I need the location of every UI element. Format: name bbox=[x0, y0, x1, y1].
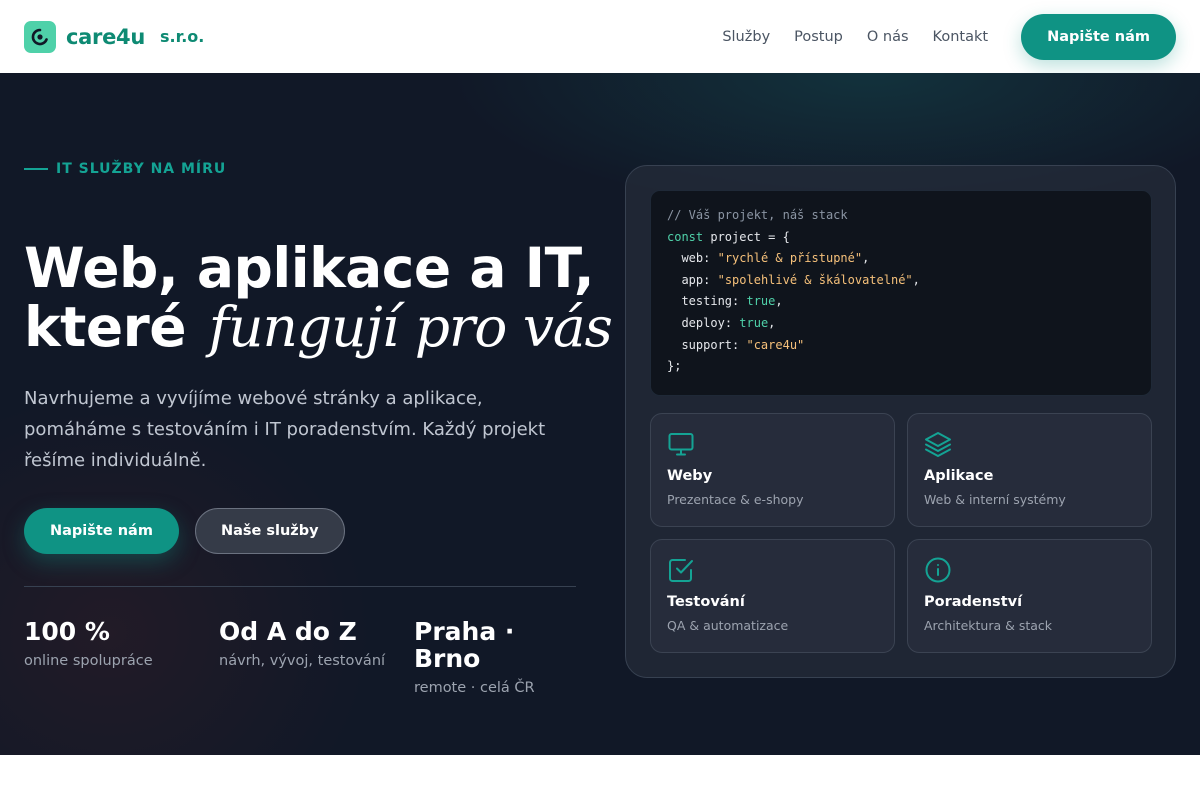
hero-title-accent: fungují pro vás bbox=[208, 295, 613, 359]
stat-value: Od A do Z bbox=[219, 617, 357, 646]
hero-eyebrow: IT SLUŽBY NA MÍRU bbox=[24, 161, 226, 177]
code-field: web: "rychlé & přístupné", bbox=[681, 251, 870, 266]
nav-link-kontakt[interactable]: Kontakt bbox=[933, 29, 989, 45]
hero-contact-button[interactable]: Napište nám bbox=[24, 508, 179, 554]
logo-mark-icon bbox=[24, 20, 56, 53]
brand-name: care4u bbox=[66, 24, 145, 49]
hero-title: Web, aplikace a IT, které fungují pro vá… bbox=[24, 236, 613, 359]
code-field: testing: true, bbox=[681, 294, 783, 309]
nav-link-postup[interactable]: Postup bbox=[794, 29, 843, 45]
brand-suffix: s.r.o. bbox=[159, 27, 205, 46]
service-card-testovani[interactable]: Testování QA & automatizace bbox=[650, 539, 895, 653]
service-subtitle: Architektura & stack bbox=[924, 618, 1053, 633]
eyebrow-text: IT SLUŽBY NA MÍRU bbox=[56, 161, 227, 177]
eyebrow-line bbox=[24, 168, 48, 170]
hero-stats: 100 % online spolupráce Od A do Z návrh,… bbox=[24, 618, 564, 696]
logo[interactable]: care4u s.r.o. bbox=[24, 20, 205, 53]
hero-title-line1: Web, aplikace a IT, bbox=[24, 236, 595, 300]
hero-services-button[interactable]: Naše služby bbox=[194, 508, 345, 554]
header-contact-button[interactable]: Napište nám bbox=[1021, 13, 1176, 60]
code-value: true bbox=[739, 315, 769, 330]
code-field: deploy: true, bbox=[681, 315, 776, 330]
stat-value: Praha · Brno bbox=[414, 617, 515, 673]
hero-buttons: Napište nám Naše služby bbox=[24, 508, 345, 554]
nav-link-sluzby[interactable]: Služby bbox=[722, 29, 770, 45]
check-square-icon bbox=[669, 559, 693, 582]
code-key: support bbox=[681, 337, 733, 352]
site-header: care4u s.r.o. Služby Postup O nás Kontakt… bbox=[0, 0, 1200, 73]
layers-icon bbox=[925, 432, 951, 457]
service-title: Weby bbox=[667, 468, 713, 484]
service-card-weby[interactable]: Weby Prezentace & e-shopy bbox=[650, 413, 895, 527]
service-title: Poradenství bbox=[924, 594, 1023, 610]
code-value: "spolehlivé & škálovatelné" bbox=[717, 272, 913, 287]
service-subtitle: Web & interní systémy bbox=[924, 492, 1066, 507]
stat-item: Praha · Brno remote · celá ČR bbox=[414, 618, 564, 696]
service-title: Aplikace bbox=[924, 468, 994, 484]
service-title: Testování bbox=[667, 594, 745, 610]
service-subtitle: QA & automatizace bbox=[667, 618, 789, 633]
code-snippet: // Váš projekt, náš stack const project … bbox=[650, 190, 1152, 396]
code-closing: }; bbox=[667, 359, 682, 374]
code-comment: // Váš projekt, náš stack bbox=[667, 208, 848, 222]
code-value: true bbox=[746, 294, 776, 309]
main-nav: Služby Postup O nás Kontakt bbox=[722, 29, 988, 45]
stat-item: Od A do Z návrh, vývoj, testování bbox=[219, 618, 414, 696]
code-key: testing bbox=[681, 294, 733, 309]
code-key: app bbox=[681, 272, 704, 287]
stat-label: online spolupráce bbox=[24, 653, 153, 669]
code-declaration: const project = { bbox=[667, 227, 1135, 249]
hero-title-plain: které bbox=[24, 295, 187, 359]
nav-link-o-nas[interactable]: O nás bbox=[867, 29, 909, 45]
monitor-icon bbox=[668, 433, 694, 456]
code-value: "care4u" bbox=[746, 337, 805, 352]
info-circle-icon bbox=[925, 557, 951, 583]
code-key: web bbox=[681, 251, 704, 266]
hero-section: IT SLUŽBY NA MÍRU Web, aplikace a IT, kt… bbox=[0, 73, 1200, 755]
code-keyword: const bbox=[667, 229, 704, 244]
code-field: app: "spolehlivé & škálovatelné", bbox=[681, 272, 920, 287]
stat-label: návrh, vývoj, testování bbox=[219, 653, 386, 669]
service-card-poradenstvi[interactable]: Poradenství Architektura & stack bbox=[907, 539, 1152, 653]
hero-title-line2: které fungují pro vás bbox=[24, 295, 613, 359]
code-declaration-text: project = { bbox=[703, 229, 790, 244]
code-key: deploy bbox=[681, 315, 725, 330]
code-field: support: "care4u" bbox=[681, 337, 805, 352]
hero-panel: // Váš projekt, náš stack const project … bbox=[625, 165, 1176, 678]
stat-item: 100 % online spolupráce bbox=[24, 618, 219, 696]
stat-label: remote · celá ČR bbox=[414, 680, 535, 696]
hero-description: Navrhujeme a vyvíjíme webové stránky a a… bbox=[24, 388, 546, 471]
stat-value: 100 % bbox=[24, 617, 110, 646]
code-value: "rychlé & přístupné" bbox=[717, 251, 863, 266]
service-card-aplikace[interactable]: Aplikace Web & interní systémy bbox=[907, 413, 1152, 527]
service-subtitle: Prezentace & e-shopy bbox=[667, 492, 804, 507]
hero-divider bbox=[24, 586, 576, 587]
